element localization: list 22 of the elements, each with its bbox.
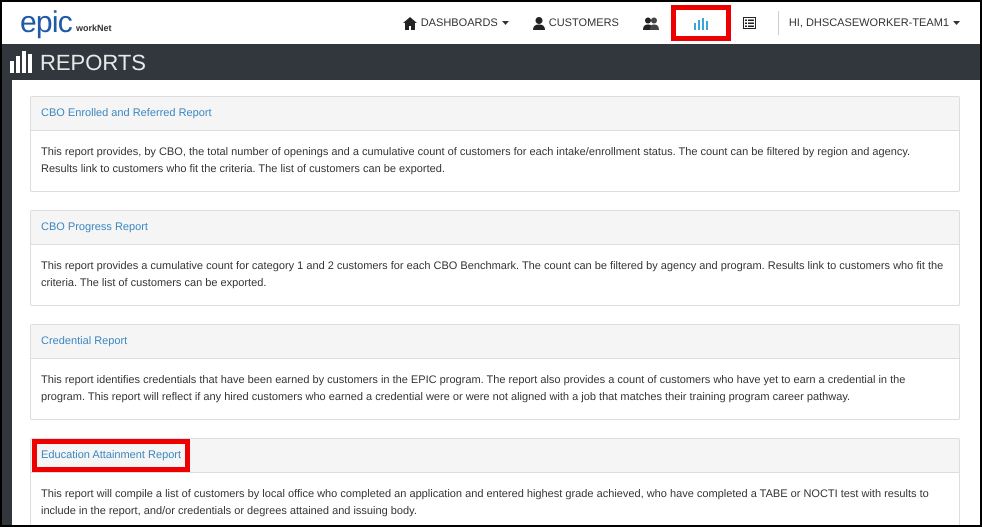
- partner-logo-text: workNet: [76, 22, 112, 34]
- caret-icon: [953, 21, 960, 25]
- nav-item[interactable]: CUSTOMERS: [520, 5, 631, 41]
- home-icon: [402, 16, 417, 30]
- user-icon: [532, 16, 545, 30]
- report-link[interactable]: CBO Progress Report: [41, 219, 148, 236]
- users-icon: [642, 16, 659, 30]
- nav-item[interactable]: DASHBOARDS: [390, 5, 521, 41]
- report-link[interactable]: Education Attainment Report: [32, 439, 190, 472]
- bar-chart-icon: [10, 51, 32, 73]
- report-description: This report will compile a list of customers by local office who completed an application and entered highest grade achieved, who have completed a TABE or NOCTI test with results to include in the report, and/or credentials or degrees attained and issuing body.: [40, 487, 930, 519]
- bar-chart-icon: [694, 16, 708, 30]
- list-icon: [742, 17, 756, 29]
- caret-icon: [502, 21, 509, 25]
- report-description: This report provides a cumulative count for category 1 and 2 customers for each CBO Benchmark. The count can be filtered by agency and program. Results link to customers who fit the criteria. The list of customers can be exported.: [40, 259, 944, 291]
- report-link[interactable]: CBO Enrolled and Referred Report: [41, 105, 212, 122]
- logo-text: epic: [20, 8, 72, 38]
- user-menu[interactable]: HI, DHSCASEWORKER-TEAM1: [788, 14, 960, 32]
- report-description: This report identifies credentials that have been earned by customers in the EPIC program. The report also provides a count of customers who have yet to earn a credential in the program. This report will reflect if any hired customers who earned a credential were or were not aligned with a job that matches their training program career pathway.: [40, 373, 906, 405]
- report-description: This report provides, by CBO, the total number of openings and a cumulative count of customers for each intake/enrollment status. The count can be filtered by region and agency. Results link to customers who fit the criteria. The list of customers can be exported.: [40, 145, 912, 177]
- report-link[interactable]: Credential Report: [41, 333, 128, 350]
- page-title: REPORTS: [40, 48, 146, 76]
